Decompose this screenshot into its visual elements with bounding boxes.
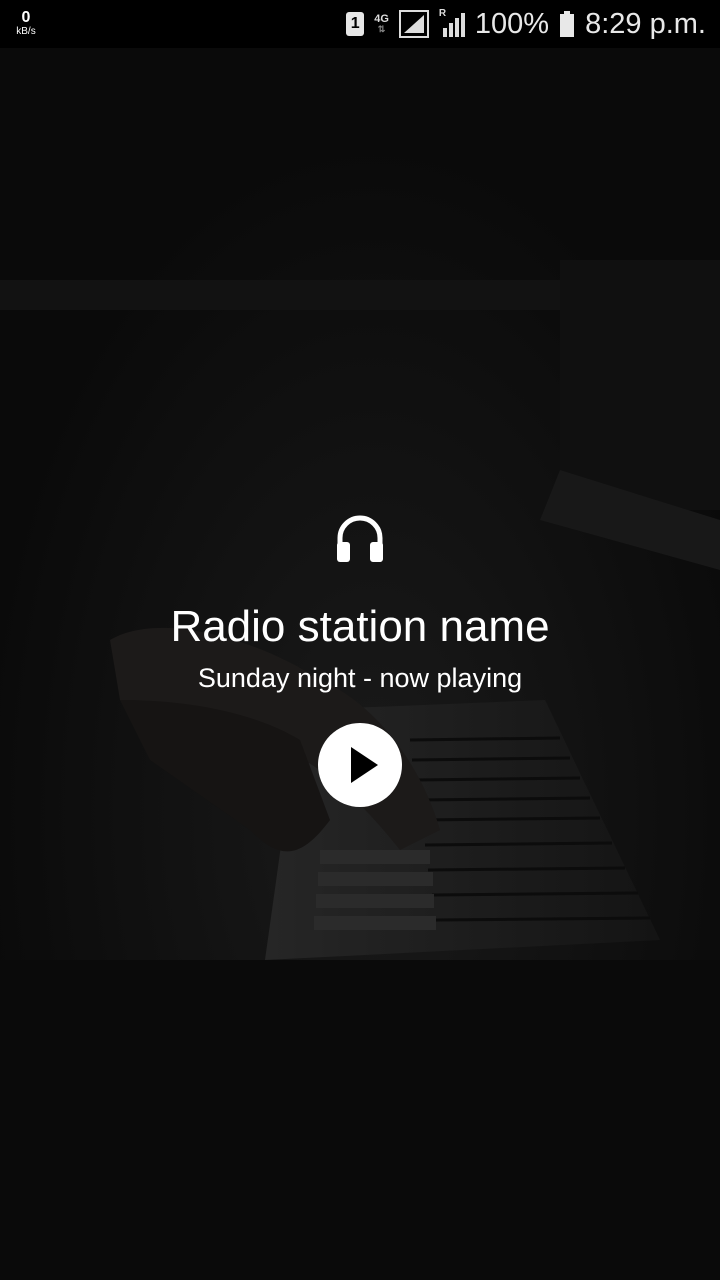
play-icon [351, 747, 378, 783]
now-playing-panel: Radio station name Sunday night - now pl… [0, 0, 720, 1280]
station-name: Radio station name [170, 602, 550, 651]
status-bar: 0 kB/s 1 4G ⇅ R 100% 8:29 p.m. [0, 0, 720, 48]
data-activity-arrows-icon: ⇅ [377, 24, 386, 34]
battery-icon [560, 11, 575, 37]
network-type-indicator: 4G ⇅ [374, 14, 389, 34]
battery-percentage: 100% [474, 7, 550, 40]
status-clock: 8:29 p.m. [585, 7, 706, 40]
network-speed-unit: kB/s [16, 26, 36, 37]
headphones-icon [337, 515, 383, 562]
network-speed-value: 0 [21, 9, 31, 26]
signal-strength-icon [398, 10, 429, 38]
status-icons: 1 4G ⇅ R 100% 8:29 p.m. [346, 0, 706, 48]
roaming-signal-icon: R [439, 8, 465, 38]
now-playing-subtitle: Sunday night - now playing [197, 663, 523, 693]
network-speed-indicator: 0 kB/s [12, 10, 40, 37]
radio-player-screen: 0 kB/s 1 4G ⇅ R 100% 8:29 p.m. Radio sta… [0, 0, 720, 1280]
play-button[interactable] [318, 723, 402, 807]
sim-slot-badge: 1 [346, 12, 365, 36]
